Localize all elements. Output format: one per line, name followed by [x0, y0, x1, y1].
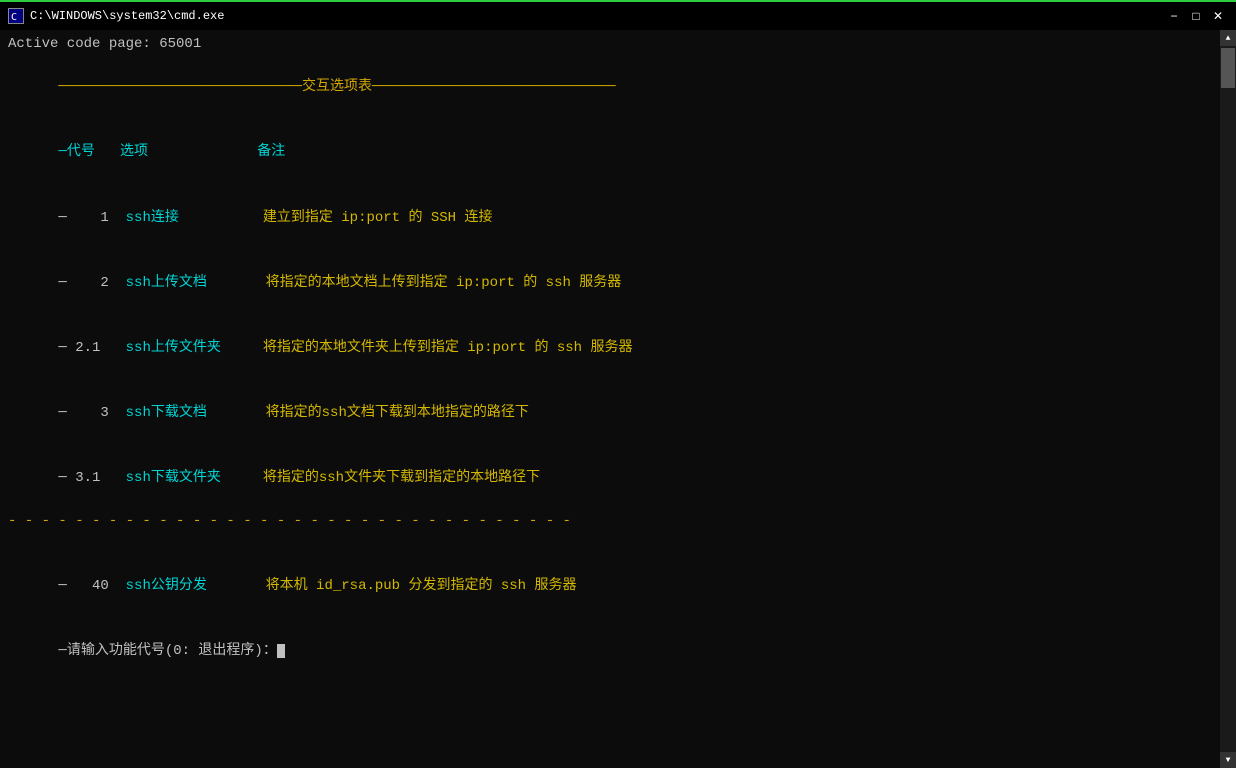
scrollbar-thumb[interactable]	[1221, 48, 1235, 88]
row40-code: ─ 40	[58, 578, 125, 594]
row31-option: ssh下载文件夹	[126, 470, 263, 486]
main-area: Active code page: 65001 ────────────────…	[0, 30, 1236, 768]
row1-desc: 建立到指定 ip:port 的 SSH 连接	[263, 210, 493, 226]
restore-button[interactable]: □	[1186, 6, 1206, 26]
row2-option: ssh上传文档	[126, 275, 266, 291]
menu-title-text: ─────────────────────────────交互选项表──────…	[58, 79, 615, 95]
titlebar: C C:\WINDOWS\system32\cmd.exe − □ ✕	[0, 0, 1236, 30]
close-button[interactable]: ✕	[1208, 6, 1228, 26]
table-row: ─ 2 ssh上传文档 将指定的本地文档上传到指定 ip:port 的 ssh …	[8, 251, 1212, 316]
cmd-icon: C	[8, 8, 24, 24]
row40-desc: 将本机 id_rsa.pub 分发到指定的 ssh 服务器	[266, 578, 577, 594]
header-row: ─代号 选项 备注	[8, 121, 1212, 186]
row31-code: ─ 3.1	[58, 470, 125, 486]
terminal[interactable]: Active code page: 65001 ────────────────…	[0, 30, 1220, 768]
header-text: ─代号 选项 备注	[58, 144, 285, 160]
cursor	[277, 644, 285, 658]
row1-code: ─ 1	[58, 210, 125, 226]
scrollbar[interactable]: ▲ ▼	[1220, 30, 1236, 768]
row1-option: ssh连接	[126, 210, 263, 226]
window-controls: − □ ✕	[1164, 6, 1228, 26]
table-row: ─ 40 ssh公钥分发 将本机 id_rsa.pub 分发到指定的 ssh 服…	[8, 555, 1212, 620]
table-row: ─ 3 ssh下载文档 将指定的ssh文档下载到本地指定的路径下	[8, 381, 1212, 446]
row21-code: ─ 2.1	[58, 340, 125, 356]
row3-desc: 将指定的ssh文档下载到本地指定的路径下	[266, 405, 529, 421]
table-row: ─ 2.1 ssh上传文件夹 将指定的本地文件夹上传到指定 ip:port 的 …	[8, 316, 1212, 381]
row40-option: ssh公钥分发	[126, 578, 266, 594]
table-row: ─ 3.1 ssh下载文件夹 将指定的ssh文件夹下载到指定的本地路径下	[8, 446, 1212, 511]
menu-title-line: ─────────────────────────────交互选项表──────…	[8, 56, 1212, 121]
prompt-text: ─请输入功能代号(0: 退出程序)：	[58, 643, 276, 659]
row3-code: ─ 3	[58, 405, 125, 421]
row21-option: ssh上传文件夹	[126, 340, 263, 356]
row31-desc: 将指定的ssh文件夹下载到指定的本地路径下	[263, 470, 540, 486]
row2-code: ─ 2	[58, 275, 125, 291]
window-title: C:\WINDOWS\system32\cmd.exe	[30, 9, 224, 23]
prompt-line: ─请输入功能代号(0: 退出程序)：	[8, 620, 1212, 685]
active-code-line: Active code page: 65001	[8, 34, 1212, 56]
scrollbar-down-button[interactable]: ▼	[1220, 752, 1236, 768]
titlebar-left: C C:\WINDOWS\system32\cmd.exe	[8, 8, 224, 24]
row21-desc: 将指定的本地文件夹上传到指定 ip:port 的 ssh 服务器	[263, 340, 633, 356]
minimize-button[interactable]: −	[1164, 6, 1184, 26]
svg-text:C: C	[11, 12, 17, 23]
separator-line: - - - - - - - - - - - - - - - - - - - - …	[8, 511, 1212, 533]
blank-line	[8, 533, 1212, 555]
row3-option: ssh下载文档	[126, 405, 266, 421]
scrollbar-up-button[interactable]: ▲	[1220, 30, 1236, 46]
table-row: ─ 1 ssh连接 建立到指定 ip:port 的 SSH 连接	[8, 186, 1212, 251]
row2-desc: 将指定的本地文档上传到指定 ip:port 的 ssh 服务器	[266, 275, 622, 291]
